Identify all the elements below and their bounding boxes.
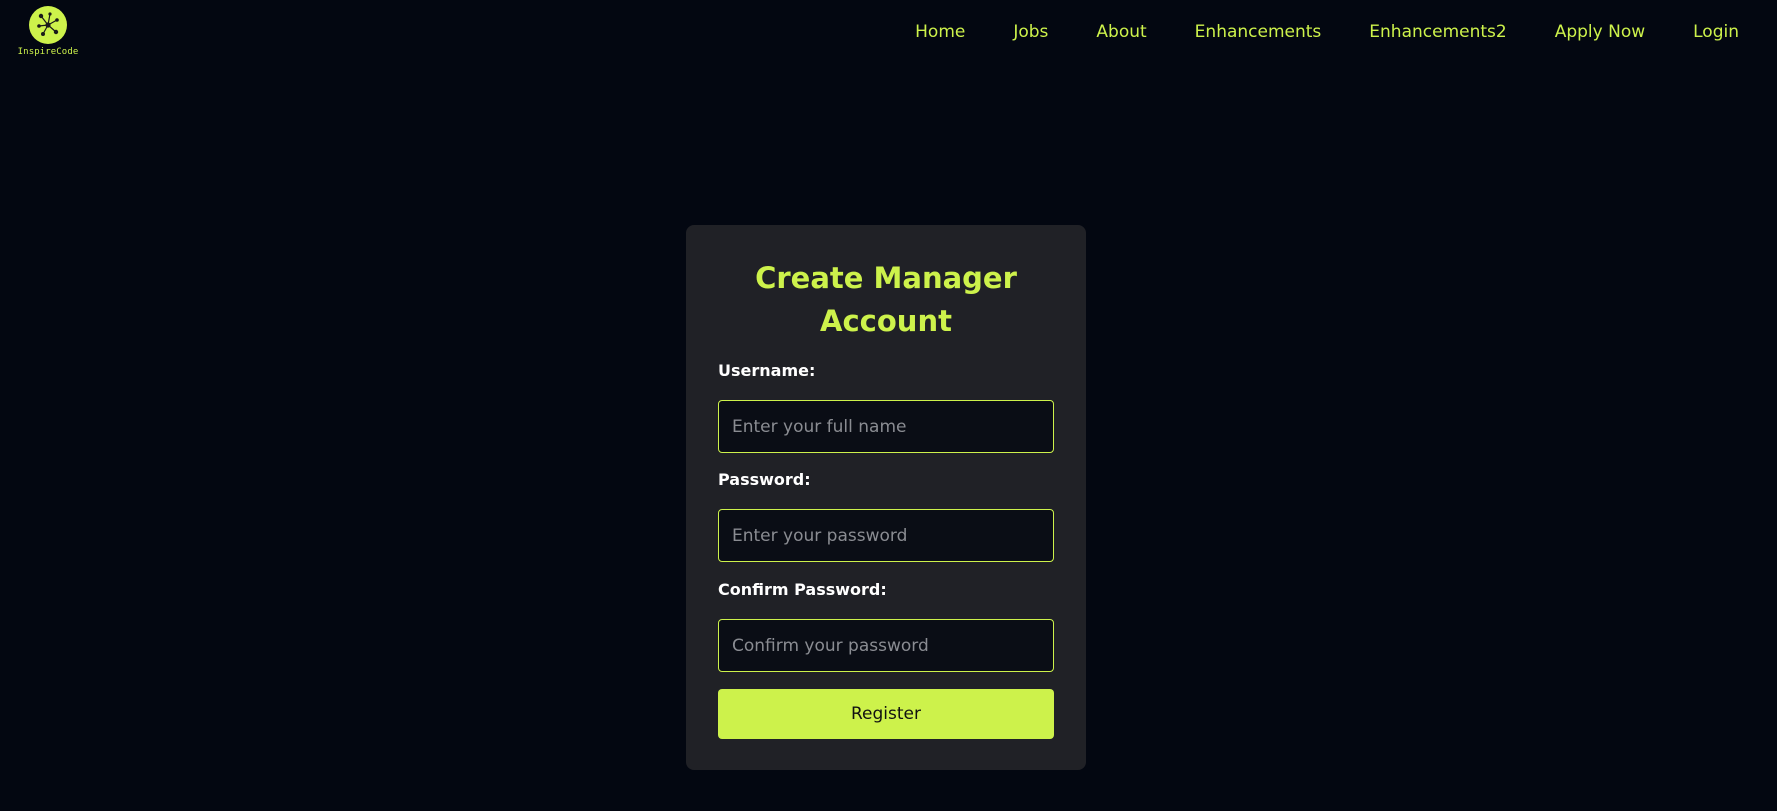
confirm-password-label: Confirm Password: (718, 580, 887, 599)
site-logo[interactable]: InspireCode (18, 6, 78, 58)
register-button[interactable]: Register (718, 689, 1054, 739)
nav-jobs[interactable]: Jobs (1013, 22, 1048, 42)
main-nav: Home Jobs About Enhancements Enhancement… (867, 22, 1739, 42)
nav-about[interactable]: About (1096, 22, 1146, 42)
username-input[interactable] (718, 400, 1054, 453)
logo-text: InspireCode (17, 47, 79, 57)
site-header: InspireCode Home Jobs About Enhancements… (0, 0, 1777, 70)
nav-login[interactable]: Login (1693, 22, 1739, 42)
nav-home[interactable]: Home (915, 22, 965, 42)
confirm-password-input[interactable] (718, 619, 1054, 672)
password-input[interactable] (718, 509, 1054, 562)
username-label: Username: (718, 361, 816, 380)
network-nodes-icon (29, 6, 67, 44)
nav-enhancements2[interactable]: Enhancements2 (1369, 22, 1506, 42)
password-label: Password: (718, 470, 811, 489)
form-title: Create Manager Account (755, 261, 1017, 338)
nav-enhancements[interactable]: Enhancements (1195, 22, 1322, 42)
nav-apply-now[interactable]: Apply Now (1555, 22, 1645, 42)
register-card: Create Manager Account Username: Passwor… (686, 225, 1086, 770)
